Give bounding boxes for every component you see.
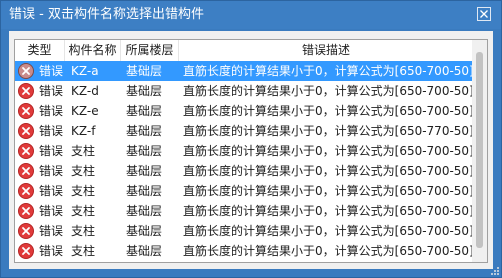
vertical-scrollbar[interactable] — [472, 40, 487, 262]
table-row[interactable]: 错误 支柱 基础层 直筋长度的计算结果小于0，计算公式为[650-700-50] — [15, 141, 473, 161]
window-title: 错误 - 双击构件名称选择出错构件 — [9, 7, 204, 22]
table-row[interactable]: 错误 支柱 基础层 直筋长度的计算结果小于0，计算公式为[650-700-50] — [15, 181, 473, 201]
close-icon — [480, 10, 488, 18]
table-row[interactable]: 错误 支柱 基础层 直筋长度的计算结果小于0，计算公式为[650-700-50] — [15, 221, 473, 241]
row-description: 直筋长度的计算结果小于0，计算公式为[650-700-50] — [183, 84, 473, 98]
list-header: 类型 构件名称 所属楼层 错误描述 — [15, 40, 473, 62]
row-component-name: 支柱 — [71, 144, 96, 158]
row-component-name: 支柱 — [71, 164, 96, 178]
error-icon — [18, 83, 34, 99]
title-bar[interactable]: 错误 - 双击构件名称选择出错构件 — [1, 1, 501, 29]
close-button[interactable] — [477, 7, 491, 21]
row-type: 错误 — [39, 184, 64, 198]
error-icon — [18, 203, 34, 219]
error-icon — [18, 123, 34, 139]
row-description: 直筋长度的计算结果小于0，计算公式为[650-700-50] — [183, 164, 473, 178]
row-floor: 基础层 — [126, 64, 163, 78]
row-description: 直筋长度的计算结果小于0，计算公式为[650-700-50] — [183, 224, 473, 238]
error-icon — [18, 63, 34, 79]
row-type: 错误 — [39, 224, 64, 238]
error-icon — [18, 243, 34, 259]
row-description: 直筋长度的计算结果小于0，计算公式为[650-700-50] — [183, 204, 473, 218]
row-type: 错误 — [39, 164, 64, 178]
error-icon — [18, 103, 34, 119]
row-component-name: 支柱 — [71, 224, 96, 238]
table-row[interactable]: 错误 支柱 基础层 直筋长度的计算结果小于0，计算公式为[650-700-50] — [15, 161, 473, 181]
row-description: 直筋长度的计算结果小于0，计算公式为[650-700-50] — [183, 184, 473, 198]
table-row[interactable]: 错误 支柱 基础层 直筋长度的计算结果小于0，计算公式为[650-700-50] — [15, 241, 473, 261]
row-type: 错误 — [39, 104, 64, 118]
error-icon — [18, 163, 34, 179]
row-component-name: 支柱 — [71, 244, 96, 258]
error-icon — [18, 223, 34, 239]
row-floor: 基础层 — [126, 84, 163, 98]
column-header-description[interactable]: 错误描述 — [179, 40, 473, 61]
table-row[interactable]: 错误 支柱 基础层 直筋长度的计算结果小于0，计算公式为[650-700-50] — [15, 201, 473, 221]
row-component-name: KZ-e — [71, 104, 99, 118]
row-component-name: KZ-f — [71, 124, 96, 138]
row-description: 直筋长度的计算结果小于0，计算公式为[650-770-50] — [183, 124, 473, 138]
error-dialog: 错误 - 双击构件名称选择出错构件 类型 构件名称 所属楼层 错误描述 错误 KZ… — [0, 0, 502, 278]
row-floor: 基础层 — [126, 184, 163, 198]
row-floor: 基础层 — [126, 224, 163, 238]
row-type: 错误 — [39, 144, 64, 158]
scroll-thumb[interactable] — [476, 52, 483, 248]
row-floor: 基础层 — [126, 204, 163, 218]
row-floor: 基础层 — [126, 104, 163, 118]
row-floor: 基础层 — [126, 164, 163, 178]
row-floor: 基础层 — [126, 144, 163, 158]
column-header-name[interactable]: 构件名称 — [65, 40, 121, 61]
row-type: 错误 — [39, 244, 64, 258]
column-header-type[interactable]: 类型 — [15, 40, 65, 61]
error-icon — [18, 143, 34, 159]
row-type: 错误 — [39, 84, 64, 98]
resize-grip-icon[interactable] — [490, 266, 500, 276]
table-row[interactable]: 错误 KZ-a 基础层 直筋长度的计算结果小于0，计算公式为[650-700-50] — [15, 61, 473, 81]
row-component-name: 支柱 — [71, 204, 96, 218]
row-floor: 基础层 — [126, 244, 163, 258]
row-description: 直筋长度的计算结果小于0，计算公式为[650-700-50] — [183, 64, 473, 78]
table-row[interactable]: 错误 KZ-d 基础层 直筋长度的计算结果小于0，计算公式为[650-700-50] — [15, 81, 473, 101]
dialog-body: 类型 构件名称 所属楼层 错误描述 错误 KZ-a 基础层 直筋长度的计算结果小于0，… — [9, 31, 493, 269]
row-description: 直筋长度的计算结果小于0，计算公式为[650-700-50] — [183, 244, 473, 258]
row-type: 错误 — [39, 64, 64, 78]
table-row[interactable]: 错误 KZ-f 基础层 直筋长度的计算结果小于0，计算公式为[650-770-50] — [15, 121, 473, 141]
row-description: 直筋长度的计算结果小于0，计算公式为[650-700-50] — [183, 104, 473, 118]
error-icon — [18, 183, 34, 199]
error-list[interactable]: 类型 构件名称 所属楼层 错误描述 错误 KZ-a 基础层 直筋长度的计算结果小于0，… — [14, 39, 488, 263]
row-floor: 基础层 — [126, 124, 163, 138]
table-row[interactable]: 错误 KZ-e 基础层 直筋长度的计算结果小于0，计算公式为[650-700-50] — [15, 101, 473, 121]
row-component-name: KZ-a — [71, 64, 99, 78]
row-type: 错误 — [39, 204, 64, 218]
row-component-name: KZ-d — [71, 84, 99, 98]
row-description: 直筋长度的计算结果小于0，计算公式为[650-700-50] — [183, 144, 473, 158]
column-header-floor[interactable]: 所属楼层 — [121, 40, 179, 61]
row-component-name: 支柱 — [71, 184, 96, 198]
row-type: 错误 — [39, 124, 64, 138]
